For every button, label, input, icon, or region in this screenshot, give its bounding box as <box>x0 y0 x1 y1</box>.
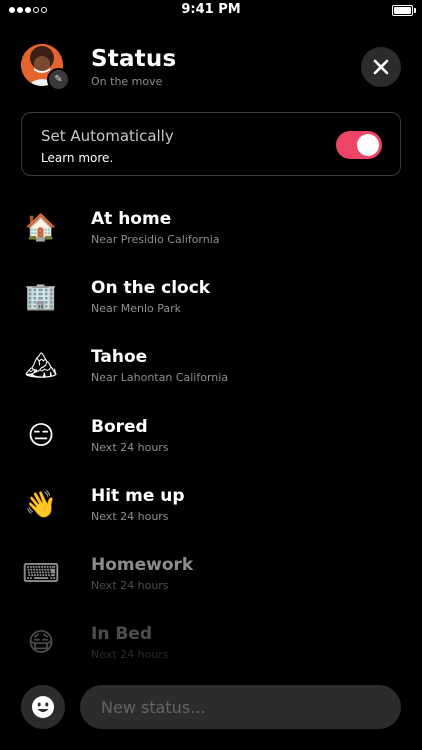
status-item-detail: Near Lahontan California <box>91 371 229 384</box>
status-item-hit-me-up[interactable]: 👋 Hit me up Next 24 hours <box>0 478 422 538</box>
learn-more-link[interactable]: Learn more. <box>41 151 113 165</box>
status-item-detail: Next 24 hours <box>91 441 169 454</box>
set-automatically-label: Set Automatically <box>41 127 174 145</box>
pencil-icon: ✎ <box>54 73 63 85</box>
toggle-knob <box>357 134 379 156</box>
set-automatically-toggle[interactable] <box>336 131 382 159</box>
battery-icon <box>392 5 416 16</box>
status-item-homework[interactable]: ⌨ Homework Next 24 hours <box>0 547 422 607</box>
smiley-icon <box>32 696 54 718</box>
page-title: Status <box>91 46 177 72</box>
status-item-on-the-clock[interactable]: 🏢 On the clock Near Menlo Park <box>0 270 422 330</box>
status-item-detail: Next 24 hours <box>91 648 169 661</box>
status-item-bored[interactable]: 😑 Bored Next 24 hours <box>0 409 422 469</box>
close-button[interactable] <box>361 47 401 87</box>
mountain-icon: 🏔 <box>24 351 58 381</box>
status-item-label: On the clock <box>91 278 211 298</box>
expressionless-face-icon: 😑 <box>27 421 55 451</box>
status-item-label: Homework <box>91 555 194 575</box>
emoji-picker-button[interactable] <box>21 685 65 729</box>
keyboard-icon: ⌨ <box>22 559 60 589</box>
set-automatically-card: Set Automatically Learn more. <box>21 112 401 176</box>
status-item-detail: Near Menlo Park <box>91 302 182 315</box>
status-item-detail: Next 24 hours <box>91 510 169 523</box>
status-item-label: In Bed <box>91 624 153 644</box>
status-screen: 9:41 PM ✎ Status On the move Set Automat… <box>0 0 422 750</box>
status-item-at-home[interactable]: 🏠 At home Near Presidio California <box>0 201 422 261</box>
face-with-mask-icon: 😷 <box>27 628 55 658</box>
status-item-label: Tahoe <box>91 347 148 367</box>
office-building-icon: 🏢 <box>24 282 58 312</box>
status-item-label: At home <box>91 209 172 229</box>
waving-hand-icon: 👋 <box>24 490 58 520</box>
new-status-input[interactable] <box>80 685 401 729</box>
status-item-detail: Next 24 hours <box>91 579 169 592</box>
status-item-label: Hit me up <box>91 486 185 506</box>
current-status-text: On the move <box>91 75 163 88</box>
status-item-label: Bored <box>91 417 148 437</box>
status-item-detail: Near Presidio California <box>91 233 220 246</box>
status-item-in-bed[interactable]: 😷 In Bed Next 24 hours <box>0 616 422 676</box>
status-item-tahoe[interactable]: 🏔 Tahoe Near Lahontan California <box>0 339 422 399</box>
status-bar: 9:41 PM <box>0 0 422 22</box>
house-icon: 🏠 <box>24 213 58 243</box>
close-icon <box>373 59 389 75</box>
status-bar-time: 9:41 PM <box>181 2 241 17</box>
edit-avatar-button[interactable]: ✎ <box>47 68 70 91</box>
